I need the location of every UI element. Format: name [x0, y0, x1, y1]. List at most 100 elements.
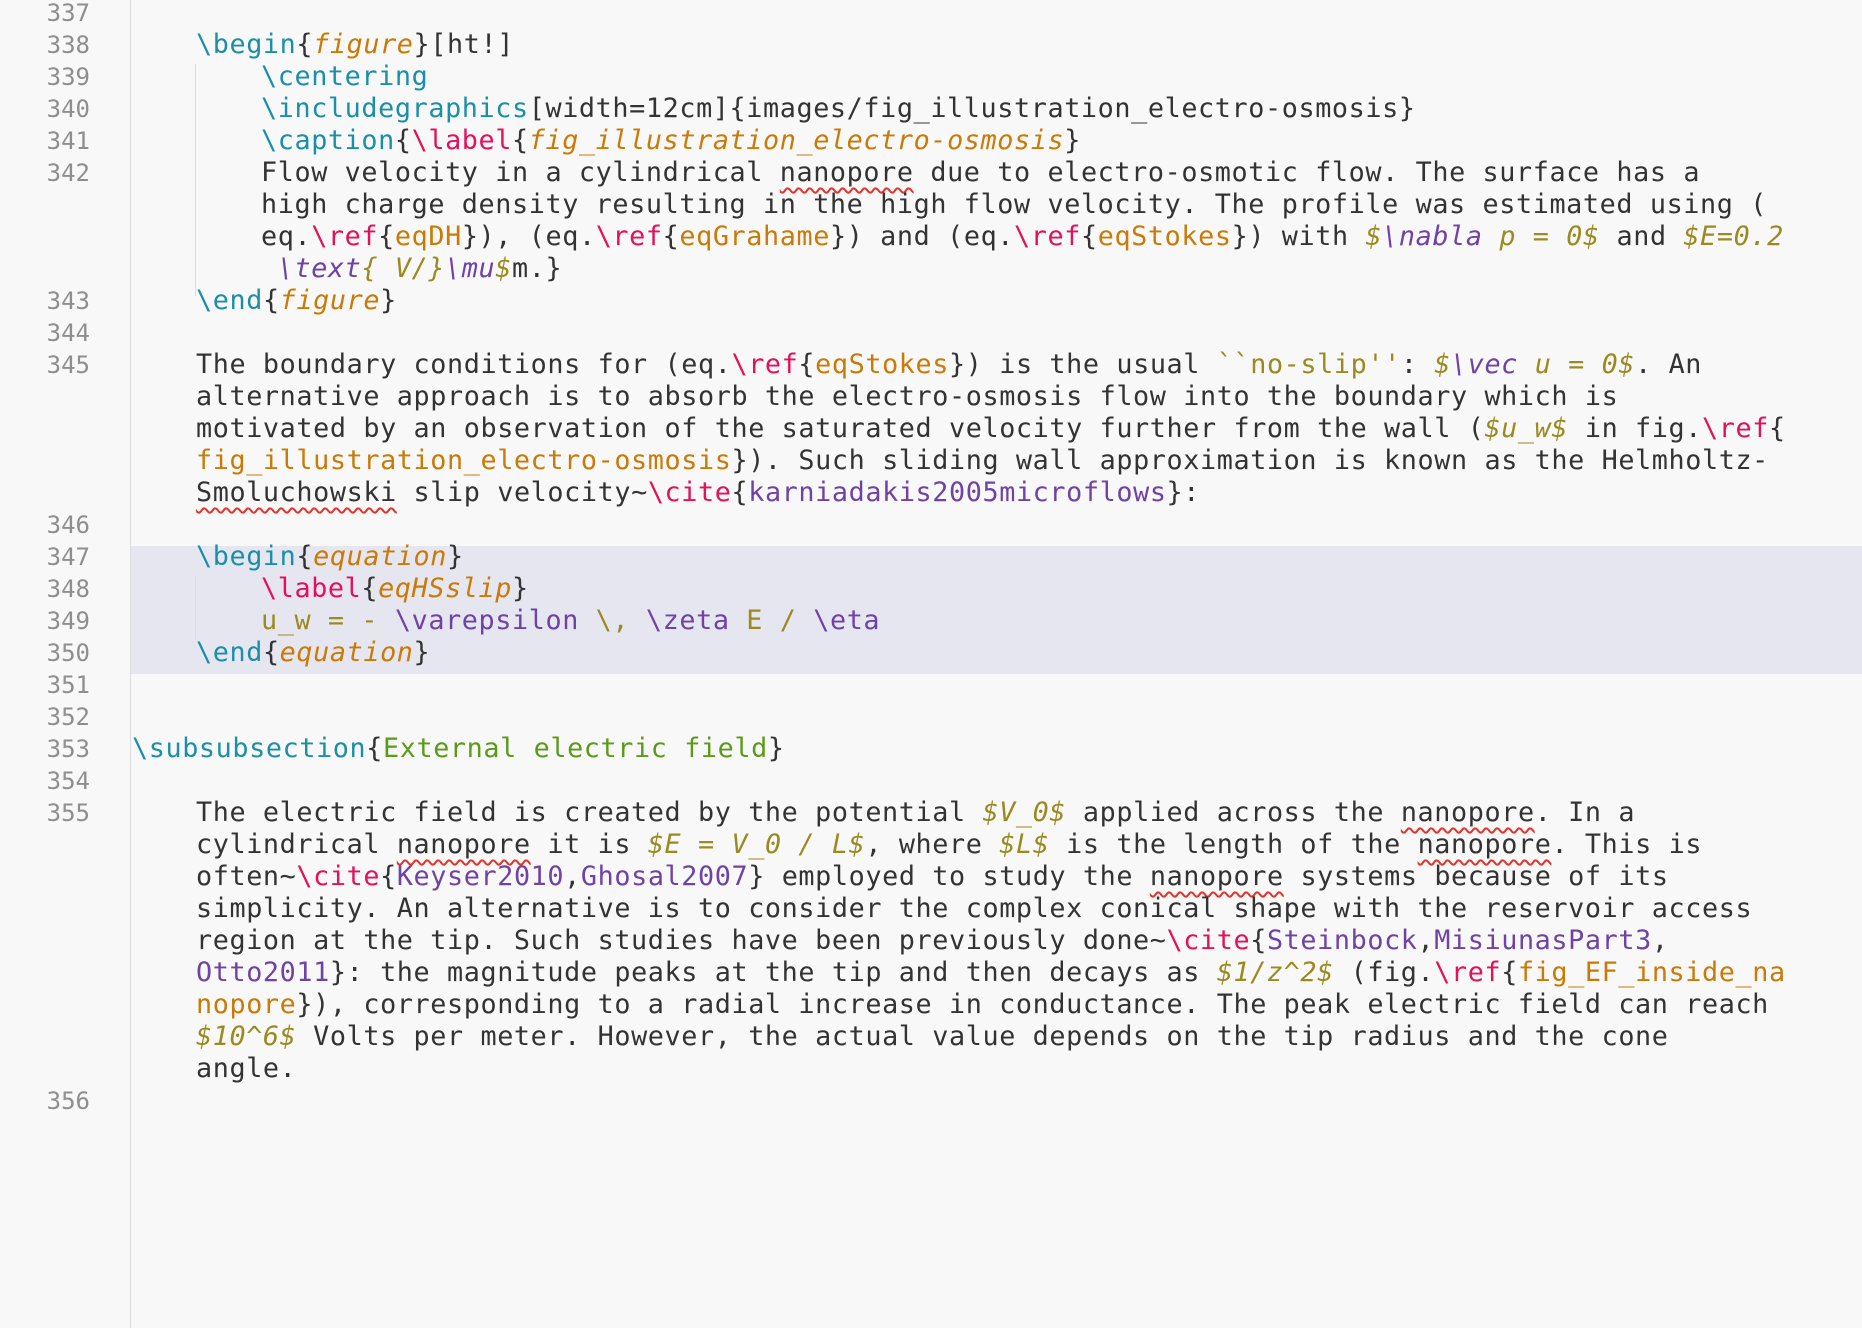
brace: } [512, 573, 529, 604]
spelling-error-word: Smoluchowski [196, 477, 397, 508]
math-command: \mu [445, 253, 496, 284]
ref-command: \ref [731, 349, 799, 380]
text-run: }) with [1231, 221, 1366, 252]
cite-key: Otto2011 [196, 957, 330, 988]
begin-command: \begin [196, 541, 297, 572]
text-run: } employed to study the [748, 861, 1150, 892]
brace: } [380, 285, 397, 316]
text-run: due to electro-osmotic flow. The surface… [913, 157, 1701, 188]
brace: } [767, 733, 785, 764]
text-run: region at the tip. Such studies have bee… [196, 925, 1167, 956]
quoted-text: ``no-slip'' [1216, 349, 1401, 380]
math-command: \nabla [1382, 221, 1483, 252]
text-run: }), corresponding to a radial increase i… [296, 989, 1769, 1020]
line-number: 345 [46, 351, 90, 379]
text-run: The boundary conditions for (eq. [196, 349, 732, 380]
ref-command: \ref [595, 221, 663, 252]
text-run: }). Such sliding wall approximation is k… [731, 445, 1769, 476]
cite-key: Ghosal2007 [580, 861, 749, 892]
code-line-353: \subsubsection{External electric field} [132, 730, 785, 768]
text-run: motivated by an observation of the satur… [196, 413, 1485, 444]
line-number: 342 [46, 159, 90, 187]
text-run: systems because of its [1283, 861, 1669, 892]
code-line-343: \end{figure} [196, 282, 397, 320]
brace: { [361, 573, 379, 604]
ref-key: eqGrahame [679, 221, 830, 252]
text-run: : [1400, 349, 1435, 380]
label-key: eqHSslip [378, 573, 513, 604]
text-run: }), (eq. [461, 221, 596, 252]
text-run: . An [1635, 349, 1703, 380]
label-command: \label [411, 125, 513, 156]
brace: { [366, 733, 383, 764]
spelling-error-word: nanopore [779, 157, 914, 188]
text-run: eq. [261, 221, 312, 252]
brace: { [262, 637, 280, 668]
text-run: The electric field is created by the pot… [196, 797, 983, 828]
brace: { [262, 285, 280, 316]
text-run: slip velocity~ [396, 477, 648, 508]
text-run: in fig. [1568, 413, 1702, 444]
figure-options: }[ht!] [413, 29, 514, 60]
text-run: m.} [512, 253, 563, 284]
environment-name: figure [279, 285, 381, 316]
math-delimiter: $ [1434, 349, 1452, 380]
ref-key: fig_EF_inside_na [1517, 957, 1786, 988]
spelling-error-word: nanopore [396, 829, 531, 860]
brace: } [1064, 125, 1081, 156]
begin-command: \begin [196, 29, 297, 60]
math-command: \eta [813, 605, 881, 636]
text-run: Flow velocity in a cylindrical [261, 157, 780, 188]
line-number-gutter: 337 338 339 340 341 342 343 344 345 346 … [0, 0, 130, 1328]
math-command: \zeta [645, 605, 730, 636]
math-delimiter: $ [1365, 221, 1383, 252]
text-run: . In a [1534, 797, 1636, 828]
comma: , [1417, 925, 1435, 956]
cite-key: MisiunasPart3 [1434, 925, 1652, 956]
brace: { [1250, 925, 1267, 956]
text-run: }: the magnitude peaks at the tip and th… [329, 957, 1217, 988]
text-run: simplicity. An alternative is to conside… [196, 893, 1753, 924]
math-text: $E=0.2 [1683, 221, 1784, 252]
comma: , [1651, 925, 1669, 956]
cite-key: karniadakis2005microflows [748, 477, 1167, 508]
math-command: \text [261, 253, 362, 284]
latex-editor[interactable]: 337 338 339 340 341 342 343 344 345 346 … [0, 0, 1862, 1328]
ref-command: \ref [311, 221, 379, 252]
spelling-error-word: nanopore [1400, 797, 1535, 828]
code-text-area[interactable]: \begin{figure}[ht!] \centering \includeg… [130, 0, 1862, 1328]
cite-key: Keyser2010 [396, 861, 565, 892]
indent-guide [195, 576, 196, 640]
math-command: \varepsilon [394, 605, 579, 636]
text-run: }) and (eq. [829, 221, 1015, 252]
math-text: $V_0$ [982, 797, 1067, 828]
environment-name: equation [279, 637, 414, 668]
ref-key: eqStokes [815, 349, 950, 380]
math-text: { V/} [361, 253, 446, 284]
code-line-355-wrap-8: angle. [196, 1050, 296, 1088]
math-text: $10^6$ [196, 1021, 297, 1052]
text-run: often~ [196, 861, 297, 892]
includegraphics-command: \includegraphics [261, 93, 529, 124]
brace: { [380, 861, 397, 892]
brace: { [378, 221, 395, 252]
code-line-350: \end{equation} [196, 634, 430, 672]
text-run: is the length of the [1049, 829, 1418, 860]
cite-command: \cite [1166, 925, 1251, 956]
brace: { [1080, 221, 1098, 252]
math-text: E / [729, 605, 814, 636]
ref-command: \ref [1702, 413, 1769, 444]
math-text: $E = V_0 / L$ [647, 829, 866, 860]
brace: } [413, 637, 431, 668]
end-command: \end [196, 637, 263, 668]
ref-key: fig_illustration_electro-osmosis [196, 445, 732, 476]
math-text: $u_w$ [1484, 413, 1569, 444]
ref-command: \ref [1014, 221, 1081, 252]
spelling-error-word: nanopore [1149, 861, 1284, 892]
environment-name: figure [313, 29, 414, 60]
brace: } [447, 541, 464, 572]
brace: { [1768, 413, 1786, 444]
text-run: (fig. [1333, 957, 1435, 988]
text-run: , where [865, 829, 1000, 860]
brace: { [662, 221, 680, 252]
